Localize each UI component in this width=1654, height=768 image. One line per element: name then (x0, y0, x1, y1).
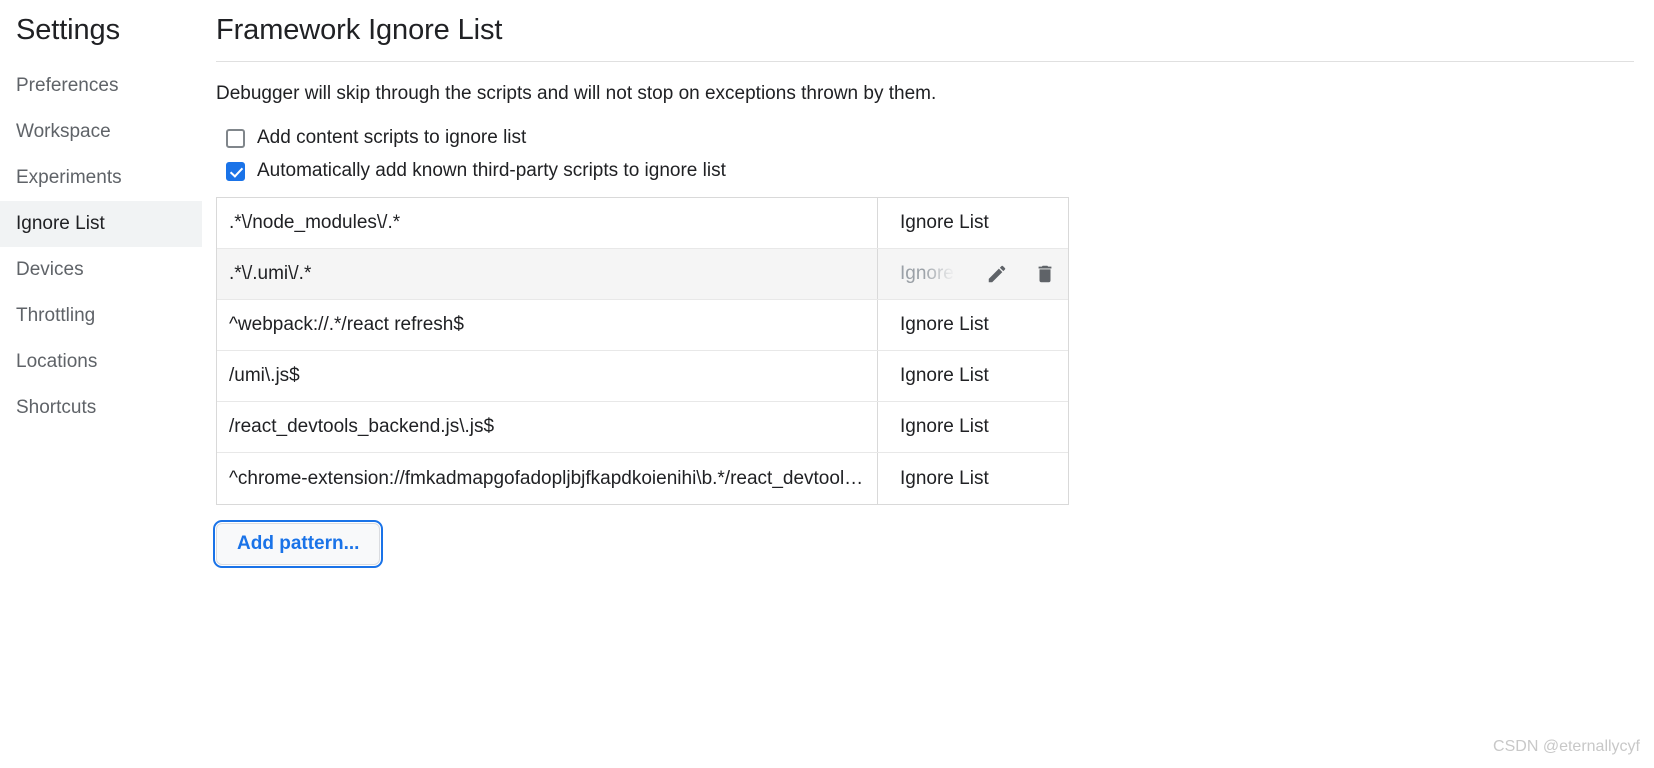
pattern-text: .*\/.umi\/.* (229, 263, 312, 284)
sidebar-title: Settings (16, 14, 120, 46)
behavior-text: Ignore List (900, 314, 989, 335)
sidebar-item-throttling[interactable]: Throttling (0, 293, 202, 339)
checkbox-row-0[interactable]: Add content scripts to ignore list (216, 126, 526, 150)
behavior-cell[interactable]: Ignore List (878, 249, 1068, 299)
behavior-cell[interactable]: Ignore List (878, 198, 1068, 248)
sidebar-item-ignore-list[interactable]: Ignore List (0, 201, 202, 247)
pattern-cell[interactable]: .*\/.umi\/.* (217, 249, 878, 299)
sidebar-item-locations[interactable]: Locations (0, 339, 202, 385)
checkbox-checked-icon[interactable] (226, 161, 245, 181)
row-actions (984, 249, 1058, 299)
behavior-cell[interactable]: Ignore List (878, 300, 1068, 350)
behavior-text: Ignore List (900, 365, 989, 386)
page-title: Framework Ignore List (216, 14, 503, 46)
sidebar-item-devices[interactable]: Devices (0, 247, 202, 293)
pencil-icon[interactable] (984, 261, 1010, 287)
settings-main-panel: Framework Ignore List Debugger will skip… (202, 0, 1654, 568)
table-row[interactable]: /react_devtools_backend.js\.js$ Ignore Li… (217, 402, 1068, 453)
behavior-text: Ignore List (900, 467, 989, 489)
pattern-text: ^chrome-extension://fmkadmapgofadopljbjf… (229, 467, 867, 489)
pattern-cell[interactable]: /umi\.js$ (217, 351, 878, 401)
checkbox-label: Add content scripts to ignore list (257, 127, 527, 148)
behavior-text: Ignore List (900, 263, 989, 284)
ignore-pattern-table: .*\/node_modules\/.* Ignore List .*\/.umi\… (216, 197, 1069, 505)
pattern-cell[interactable]: ^webpack://.*/react refresh$ (217, 300, 878, 350)
title-divider (216, 61, 1634, 62)
sidebar-nav: Preferences Workspace Experiments Ignore Li… (0, 63, 202, 431)
pattern-cell[interactable]: ^chrome-extension://fmkadmapgofadopljbjf… (217, 453, 878, 504)
table-row[interactable]: /umi\.js$ Ignore List (217, 351, 1068, 402)
behavior-cell[interactable]: Ignore List (878, 351, 1068, 401)
behavior-cell[interactable]: Ignore List (878, 453, 1068, 504)
settings-sidebar: Settings Preferences Workspace Experiments… (0, 0, 202, 431)
sidebar-item-shortcuts[interactable]: Shortcuts (0, 385, 202, 431)
pattern-text: ^webpack://.*/react refresh$ (229, 314, 464, 335)
watermark: CSDN @eternallycyf (1493, 738, 1640, 755)
table-row[interactable]: ^webpack://.*/react refresh$ Ignore List (217, 300, 1068, 351)
checkbox-row-1[interactable]: Automatically add known third-party scri… (216, 159, 726, 183)
pattern-text: .*\/node_modules\/.* (229, 212, 401, 233)
pattern-text: /umi\.js$ (229, 365, 300, 386)
ignore-list-options: Add content scripts to ignore list Automa… (216, 126, 1634, 183)
panel-description: Debugger will skip through the scripts a… (216, 83, 937, 104)
add-pattern-container: Add pattern... (212, 520, 1634, 568)
pattern-cell[interactable]: /react_devtools_backend.js\.js$ (217, 402, 878, 452)
sidebar-item-preferences[interactable]: Preferences (0, 63, 202, 109)
trash-icon[interactable] (1032, 261, 1058, 287)
table-row[interactable]: .*\/.umi\/.* Ignore List (217, 249, 1068, 300)
behavior-text: Ignore List (900, 212, 989, 233)
checkbox-label: Automatically add known third-party scri… (257, 160, 726, 181)
table-row[interactable]: ^chrome-extension://fmkadmapgofadopljbjf… (217, 453, 1068, 504)
behavior-text: Ignore List (900, 416, 989, 437)
behavior-cell[interactable]: Ignore List (878, 402, 1068, 452)
checkbox-unchecked-icon[interactable] (226, 128, 245, 148)
table-row[interactable]: .*\/node_modules\/.* Ignore List (217, 198, 1068, 249)
sidebar-item-workspace[interactable]: Workspace (0, 109, 202, 155)
pattern-cell[interactable]: .*\/node_modules\/.* (217, 198, 878, 248)
add-pattern-button[interactable]: Add pattern... (212, 520, 384, 568)
sidebar-item-experiments[interactable]: Experiments (0, 155, 202, 201)
pattern-text: /react_devtools_backend.js\.js$ (229, 416, 495, 437)
settings-screen: Settings Preferences Workspace Experiments… (0, 0, 1654, 768)
